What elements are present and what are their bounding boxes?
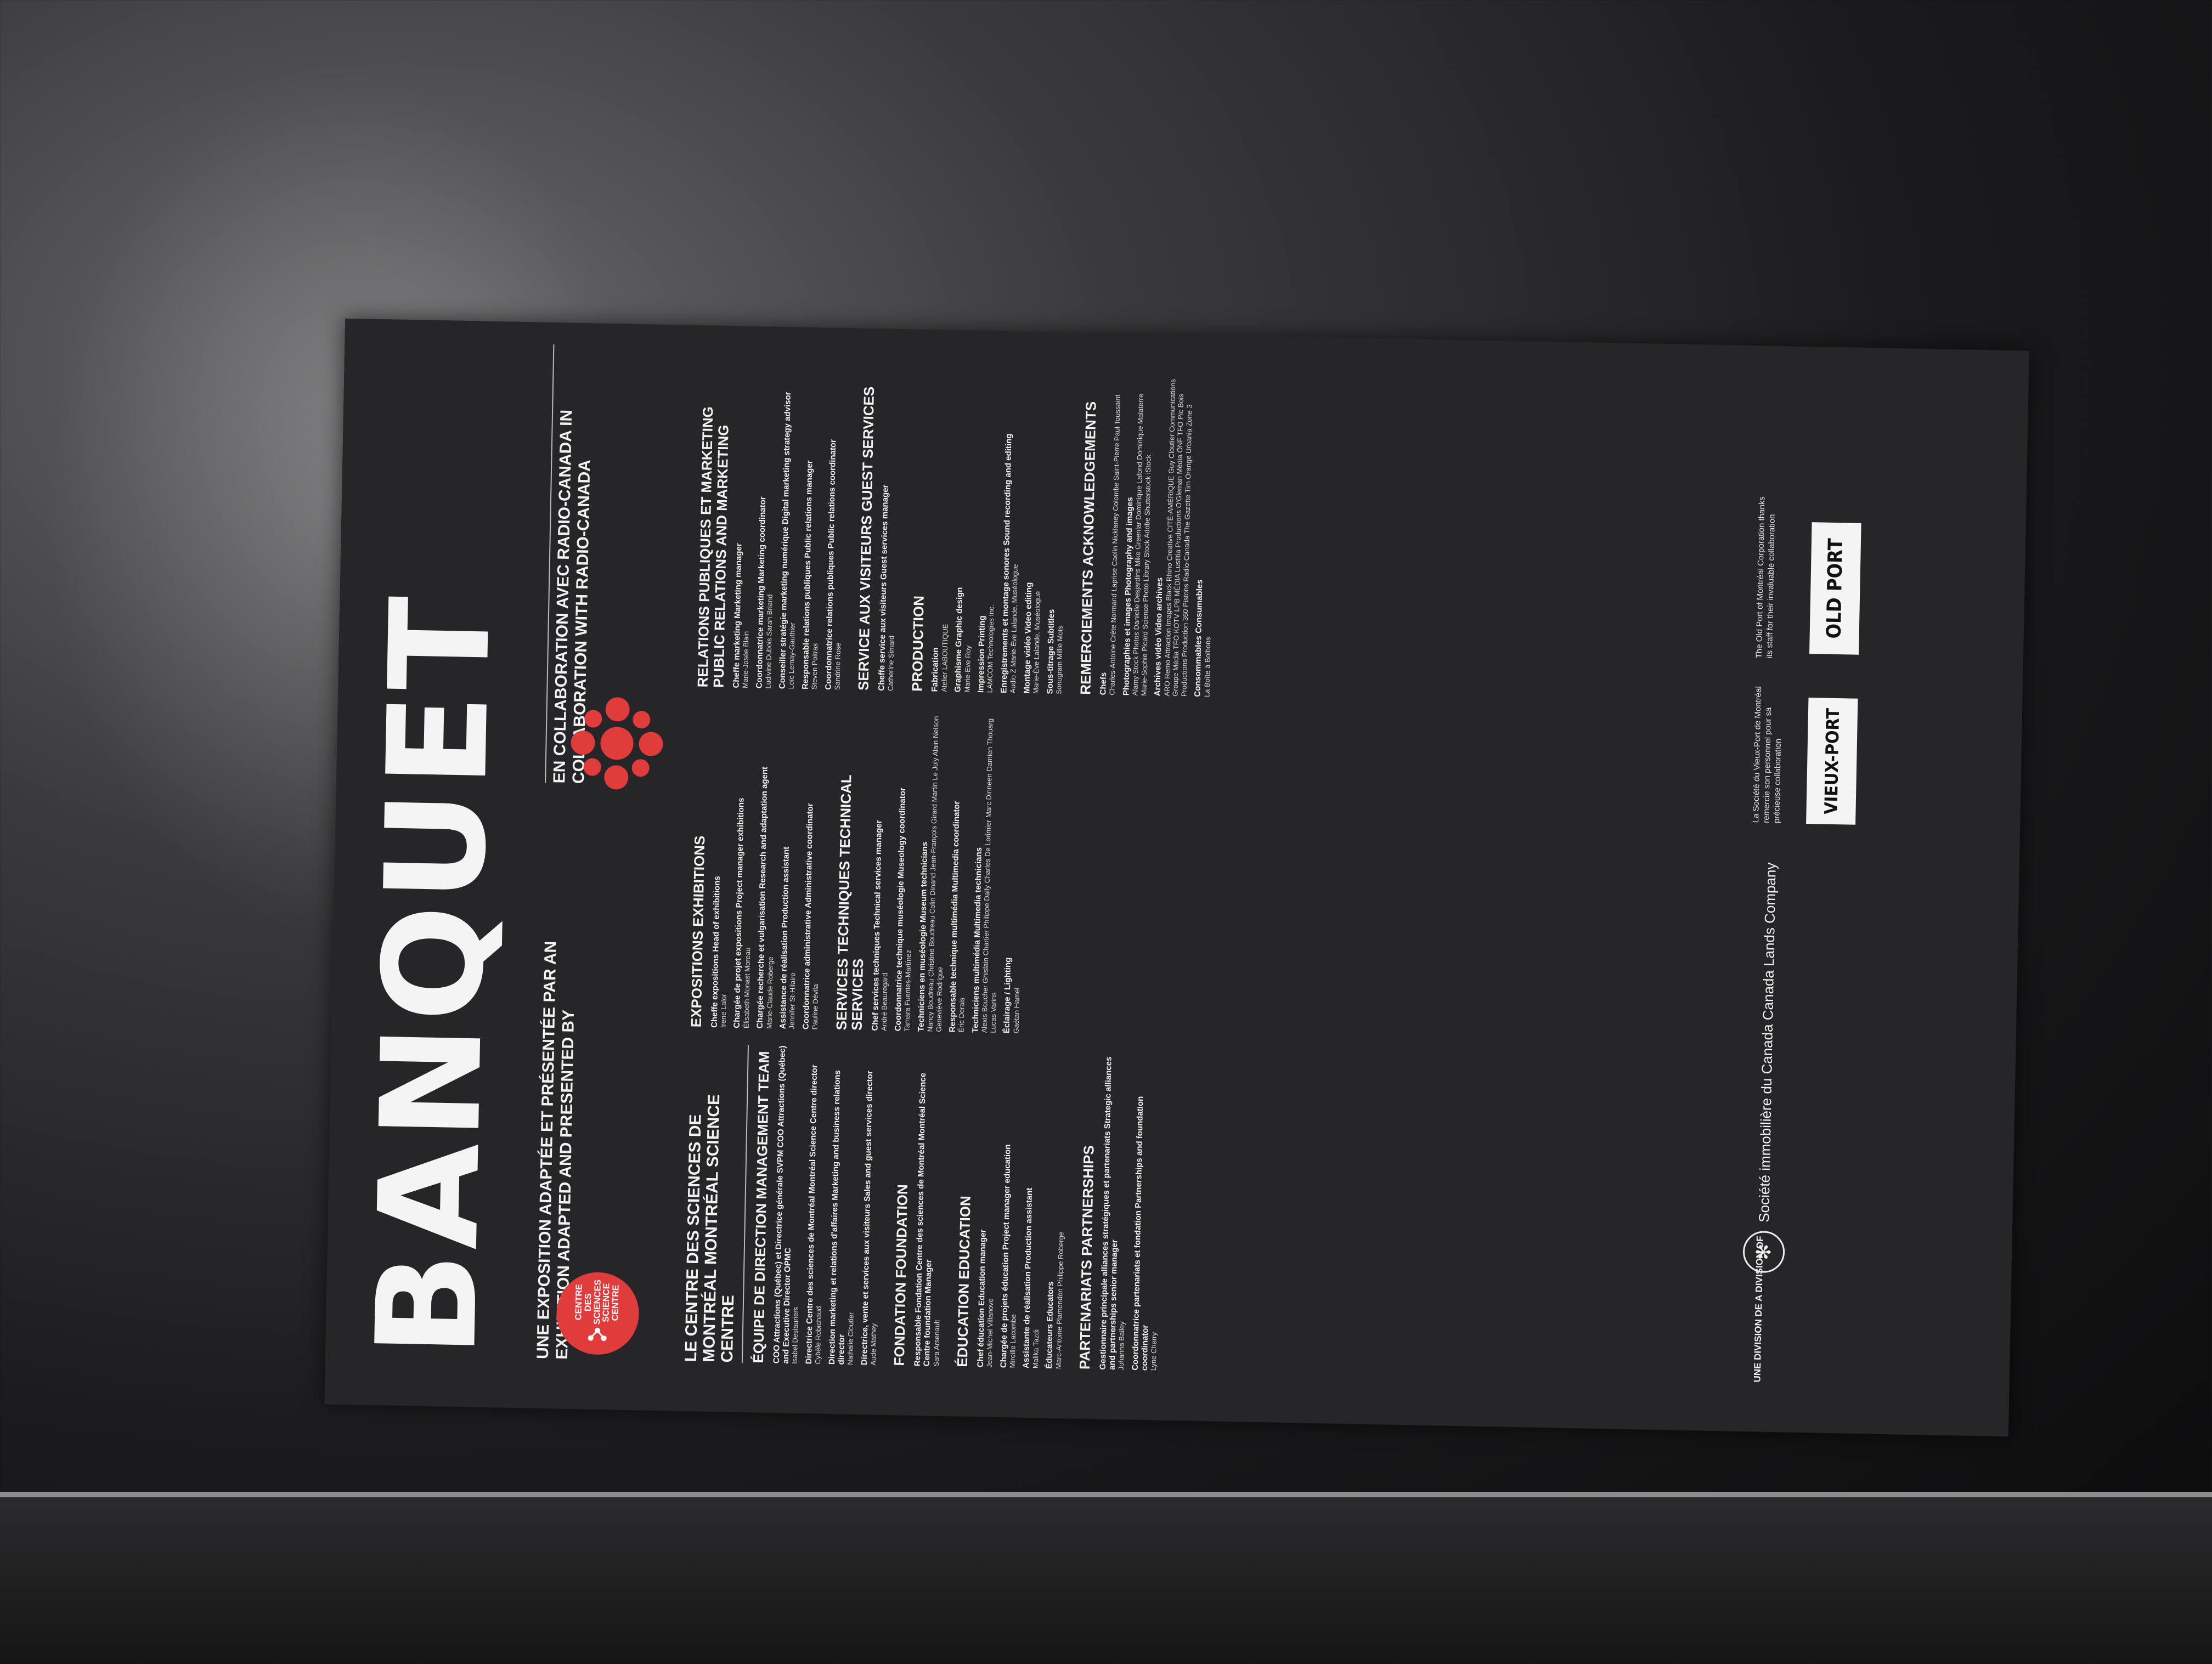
credit-entry: Directrice, vente et services aux visite… bbox=[859, 1047, 883, 1366]
maple-leaf-icon: ✻ bbox=[1742, 1230, 1785, 1274]
credits-column-2: EXPOSITIONS EXHIBITIONS Cheffe exposition… bbox=[687, 709, 1041, 1034]
credit-entry: Coordonnatrice marketing Marketing coord… bbox=[755, 370, 779, 689]
footer: UNE DIVISION DE A DIVISION OF ✻ Société … bbox=[1730, 384, 1979, 1386]
canada-lands-logo: ✻ Société immobilière du Canada Canada L… bbox=[1742, 862, 1792, 1274]
credit-entry: Chef services techniques Technical servi… bbox=[871, 712, 895, 1031]
exhibit-title: BANQUET bbox=[346, 592, 521, 1359]
credits-area: LE CENTRE DES SCIENCES DE MONTRÉAL MONTR… bbox=[681, 364, 1634, 1379]
old-port-logo: OLD PORT bbox=[1809, 522, 1861, 655]
section-heading: PARTENARIATS PARTNERSHIPS bbox=[1076, 1145, 1097, 1370]
credit-entry: Enregistrements et montage sonores Sound… bbox=[999, 375, 1023, 694]
credit-entry: Chargée de projet expositions Project ma… bbox=[732, 710, 757, 1029]
column-heading: LE CENTRE DES SCIENCES DE MONTRÉAL MONTR… bbox=[681, 1043, 749, 1363]
credits-board: BANQUET UNE EXPOSITION ADAPTÉE ET PRÉSEN… bbox=[324, 318, 2029, 1437]
credit-entry: Conseiller stratégie marketing numérique… bbox=[777, 371, 802, 689]
credit-entry: Responsable technique multimédia Multime… bbox=[948, 714, 972, 1033]
section-heading: FONDATION FOUNDATION bbox=[891, 1184, 911, 1366]
credit-entry: Cheffe expositions Head of exhibitions Ir… bbox=[709, 710, 733, 1028]
credit-section: FONDATION FOUNDATION Responsable Fondatio… bbox=[891, 1048, 946, 1367]
credit-entry: Direction marketing et relations d'affai… bbox=[827, 1046, 860, 1365]
credit-entry: Coordonnatrice partenariats et fondation… bbox=[1131, 1052, 1164, 1371]
credits-column-3: RELATIONS PUBLIQUES ET MARKETING PUBLIC … bbox=[694, 369, 1231, 698]
credit-entry: Coordonnatrice relations publiques Publi… bbox=[823, 372, 848, 690]
floor-ledge bbox=[0, 1492, 2212, 1664]
credit-entry: Éclairage / Lighting Gaétan Hamel bbox=[1002, 715, 1026, 1034]
section-heading: EXPOSITIONS EXHIBITIONS bbox=[687, 835, 708, 1028]
canada-lands-text: Société immobilière du Canada Canada Lan… bbox=[1756, 862, 1780, 1222]
credit-entry: Archives vidéo Video archives ARO Remo At… bbox=[1153, 378, 1194, 697]
credit-entry: Techniciens multimédia Multimedia techni… bbox=[970, 715, 1003, 1033]
credit-entry: Graphisme Graphic design Marie-Eve Roy bbox=[953, 374, 978, 693]
credit-entry: Gestionnaire principale alliances straté… bbox=[1098, 1052, 1131, 1371]
credit-entry: Chef éducation Education manager Jean-Mic… bbox=[976, 1049, 1000, 1368]
credit-entry: Coordonnatrice administrative Administra… bbox=[802, 711, 826, 1030]
radio-canada-gem-icon bbox=[571, 697, 663, 790]
vieux-port-logo: VIEUX-PORT bbox=[1806, 698, 1858, 825]
credit-section: ÉDUCATION EDUCATION Chef éducation Educat… bbox=[953, 1049, 1069, 1369]
section-heading: ÉDUCATION EDUCATION bbox=[953, 1195, 974, 1367]
credit-section: PRODUCTION Fabrication Atelier LABOUTIQUE G… bbox=[909, 373, 1069, 694]
section-heading: SERVICE AUX VISITEURS GUEST SERVICES bbox=[855, 386, 878, 691]
section-heading: SERVICES TECHNIQUES TECHNICAL SERVICES bbox=[833, 774, 867, 1031]
credit-entry: Responsable relations publiques Public r… bbox=[800, 371, 825, 690]
molecule-icon bbox=[588, 1327, 607, 1342]
section-heading: ÉQUIPE DE DIRECTION MANAGEMENT TEAM bbox=[749, 1051, 772, 1363]
credit-section: ÉQUIPE DE DIRECTION MANAGEMENT TEAM COO A… bbox=[749, 1045, 884, 1366]
credit-entry: Cheffe marketing Marketing manager Marie-… bbox=[732, 370, 756, 688]
credit-entry: Coordonnatrice technique muséologie Muse… bbox=[893, 713, 917, 1032]
credit-person: ARO Remo Attraction Images Black Rhino C… bbox=[1162, 378, 1194, 697]
credit-section: REMERCIEMENTS ACKNOWLEDGEMENTS Chefs Charl… bbox=[1077, 377, 1217, 698]
credit-entry: Chargée recherche et vulgarisation Resea… bbox=[755, 710, 780, 1029]
credit-section: SERVICES TECHNIQUES TECHNICAL SERVICES Ch… bbox=[833, 712, 1026, 1033]
thanks-french: La Société du Vieux-Port de Montréal rem… bbox=[1751, 686, 1783, 824]
credit-entry: Directrice Centre des sciences de Montré… bbox=[804, 1046, 828, 1365]
credit-section: EXPOSITIONS EXHIBITIONS Cheffe exposition… bbox=[687, 709, 826, 1030]
science-centre-logo-text: CENTRE DES SCIENCES SCIENCE CENTRE bbox=[574, 1279, 621, 1325]
credit-entry: Consommables Consumables La Boîte à Bolbo… bbox=[1193, 379, 1217, 698]
title-block: BANQUET UNE EXPOSITION ADAPTÉE ET PRÉSEN… bbox=[346, 344, 607, 1360]
credit-section: SERVICE AUX VISITEURS GUEST SERVICES Chef… bbox=[855, 372, 901, 692]
credit-entry: Impression Printing LAMCOM Technologies I… bbox=[977, 375, 1001, 693]
credit-entry: Fabrication Atelier LABOUTIQUE bbox=[930, 373, 955, 692]
credit-entry: Photographies et images Photography and … bbox=[1121, 377, 1154, 696]
credit-section: RELATIONS PUBLIQUES ET MARKETING PUBLIC … bbox=[694, 369, 848, 690]
credit-entry: Assistance de réalisation Production ass… bbox=[778, 711, 803, 1029]
credit-section: PARTENARIATS PARTNERSHIPS Gestionnaire pr… bbox=[1076, 1051, 1164, 1371]
credit-entry: Cheffe service aux visiteurs Guest servi… bbox=[877, 373, 901, 692]
section-heading: PRODUCTION bbox=[909, 595, 927, 692]
credit-entry: Montage vidéo Video editing Marie-Ève Lal… bbox=[1022, 376, 1046, 694]
credits-column-1: LE CENTRE DES SCIENCES DE MONTRÉAL MONTR… bbox=[681, 1043, 1178, 1371]
section-heading: RELATIONS PUBLIQUES ET MARKETING PUBLIC … bbox=[694, 406, 732, 688]
credit-entry: COO Attractions (Québec) et Directrice g… bbox=[771, 1045, 805, 1364]
credit-entry: Chargée de projets éducation Project man… bbox=[998, 1050, 1023, 1368]
thanks-english: The Old Port of Montréal Corporation tha… bbox=[1754, 496, 1777, 659]
exhibit-panel: BANQUET UNE EXPOSITION ADAPTÉE ET PRÉSEN… bbox=[324, 318, 2029, 1437]
credit-entry: Techniciens en muséologie Museum technic… bbox=[916, 714, 949, 1032]
credit-entry: Chefs Charles-Antoine Crête Normand Lapri… bbox=[1098, 377, 1122, 695]
credit-entry: Assistante de réalisation Production ass… bbox=[1022, 1050, 1046, 1369]
credit-entry: Éducateurs Educators Marc-Antoine Plamond… bbox=[1045, 1051, 1069, 1369]
section-heading: REMERCIEMENTS ACKNOWLEDGEMENTS bbox=[1076, 401, 1099, 695]
credit-entry: Sous-titrage Subtitles Sonogram Millie Mo… bbox=[1045, 376, 1069, 694]
science-centre-logo: CENTRE DES SCIENCES SCIENCE CENTRE bbox=[556, 1271, 640, 1356]
credit-entry: Responsable Fondation Centre des science… bbox=[913, 1048, 946, 1367]
